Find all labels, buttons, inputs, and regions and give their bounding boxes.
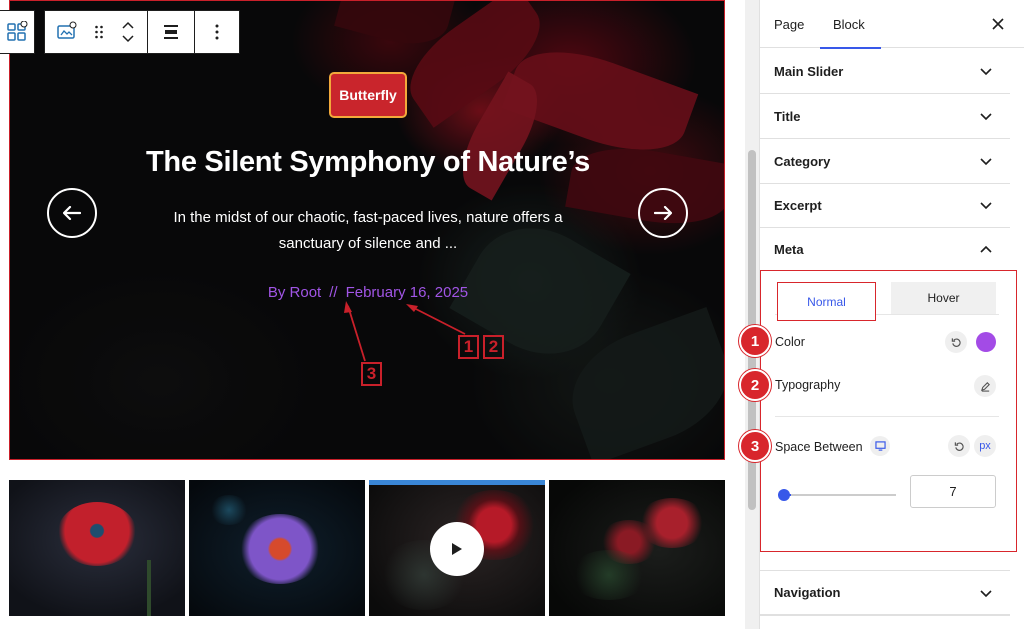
panel-excerpt[interactable]: Excerpt	[760, 183, 1010, 228]
responsive-device-button[interactable]	[870, 436, 890, 456]
annotation-badge-1: 1	[739, 325, 771, 357]
panel-main-slider[interactable]: Main Slider	[760, 49, 1010, 94]
panel-label: Navigation	[774, 585, 841, 600]
panel-label: Excerpt	[774, 197, 822, 213]
flower-image	[237, 514, 323, 584]
block-type-button[interactable]	[0, 10, 35, 54]
panel-meta[interactable]: Meta	[760, 227, 1010, 272]
drag-handle[interactable]	[87, 24, 111, 40]
typography-edit-button[interactable]	[974, 375, 996, 397]
meta-settings-box: Hover Normal 1 Color 2 Typography 3 Spac…	[739, 270, 1017, 552]
chevron-down-icon	[980, 589, 992, 597]
panel-label: Title	[774, 108, 801, 124]
thumbnail-4[interactable]	[549, 480, 725, 616]
panel-label: Main Slider	[774, 63, 844, 79]
align-center-icon	[164, 25, 178, 39]
sidebar-tabs: Page Block	[760, 0, 1024, 49]
tab-page[interactable]: Page	[774, 0, 804, 48]
color-label: Color	[775, 335, 805, 349]
reset-icon	[954, 441, 964, 451]
chevron-up-icon	[980, 245, 992, 253]
chevron-down-icon	[980, 68, 992, 76]
annotation-badge-2: 2	[739, 369, 771, 401]
bokeh-image	[209, 495, 249, 525]
reset-icon	[951, 337, 961, 347]
tab-block[interactable]: Block	[820, 0, 881, 49]
close-icon	[992, 18, 1004, 30]
main-slide[interactable]: Butterfly The Silent Symphony of Nature’…	[9, 0, 725, 460]
settings-sidebar: Page Block Main Slider Title Category Ex…	[739, 0, 1024, 629]
chevron-down-icon	[980, 202, 992, 210]
unit-selector[interactable]: px	[974, 435, 996, 457]
leaf-image	[569, 550, 649, 600]
thumbnail-2[interactable]	[189, 480, 365, 616]
slider-block-icon	[57, 21, 77, 39]
annotation-badge-3: 3	[739, 430, 771, 462]
annotation-box-3: 3	[361, 362, 382, 386]
desktop-icon	[874, 441, 886, 451]
typography-label: Typography	[775, 378, 841, 392]
controls-divider	[775, 416, 999, 417]
layout-grid-icon	[6, 21, 27, 41]
block-toolbar	[44, 10, 240, 54]
color-swatch[interactable]	[976, 332, 996, 352]
slider-block-button[interactable]	[47, 21, 87, 43]
more-vertical-icon	[215, 24, 219, 40]
tab-hover[interactable]: Hover	[891, 282, 996, 314]
panel-title[interactable]: Title	[760, 94, 1010, 139]
color-reset-button[interactable]	[945, 331, 967, 353]
canvas-scrollbar[interactable]	[745, 0, 759, 629]
close-sidebar-button[interactable]	[992, 14, 1004, 35]
panel-label: Category	[774, 153, 831, 169]
space-reset-button[interactable]	[948, 435, 970, 457]
panel-next-edge	[760, 615, 1010, 629]
stem-image	[147, 560, 151, 616]
space-range-track[interactable]	[783, 494, 896, 496]
annotation-box-1: 1	[458, 335, 479, 359]
flower-image	[57, 502, 137, 566]
space-range-knob[interactable]	[778, 489, 790, 501]
editor-canvas: Butterfly The Silent Symphony of Nature’…	[0, 0, 745, 629]
chevron-down-icon	[980, 113, 992, 121]
align-button[interactable]	[148, 11, 195, 53]
play-icon	[452, 543, 462, 555]
play-button[interactable]	[430, 522, 484, 576]
toolbar-group-block	[45, 11, 148, 53]
drag-handle-icon	[95, 25, 103, 39]
pencil-icon	[980, 381, 990, 392]
tab-normal[interactable]: Normal	[777, 282, 876, 321]
panel-category[interactable]: Category	[760, 139, 1010, 184]
annotation-box-2: 2	[483, 335, 504, 359]
space-between-input[interactable]: 7	[910, 475, 996, 508]
active-thumbnail-indicator	[369, 480, 545, 485]
thumbnail-1[interactable]	[9, 480, 185, 616]
chevron-down-icon	[980, 158, 992, 166]
chevron-up-icon[interactable]	[122, 21, 134, 29]
space-between-label: Space Between	[775, 440, 863, 454]
block-options-button[interactable]	[195, 11, 239, 53]
annotation-arrows	[344, 301, 466, 362]
panel-navigation[interactable]: Navigation	[760, 570, 1010, 615]
move-buttons	[111, 21, 145, 43]
panel-label: Meta	[774, 242, 804, 257]
chevron-down-icon[interactable]	[122, 35, 134, 43]
